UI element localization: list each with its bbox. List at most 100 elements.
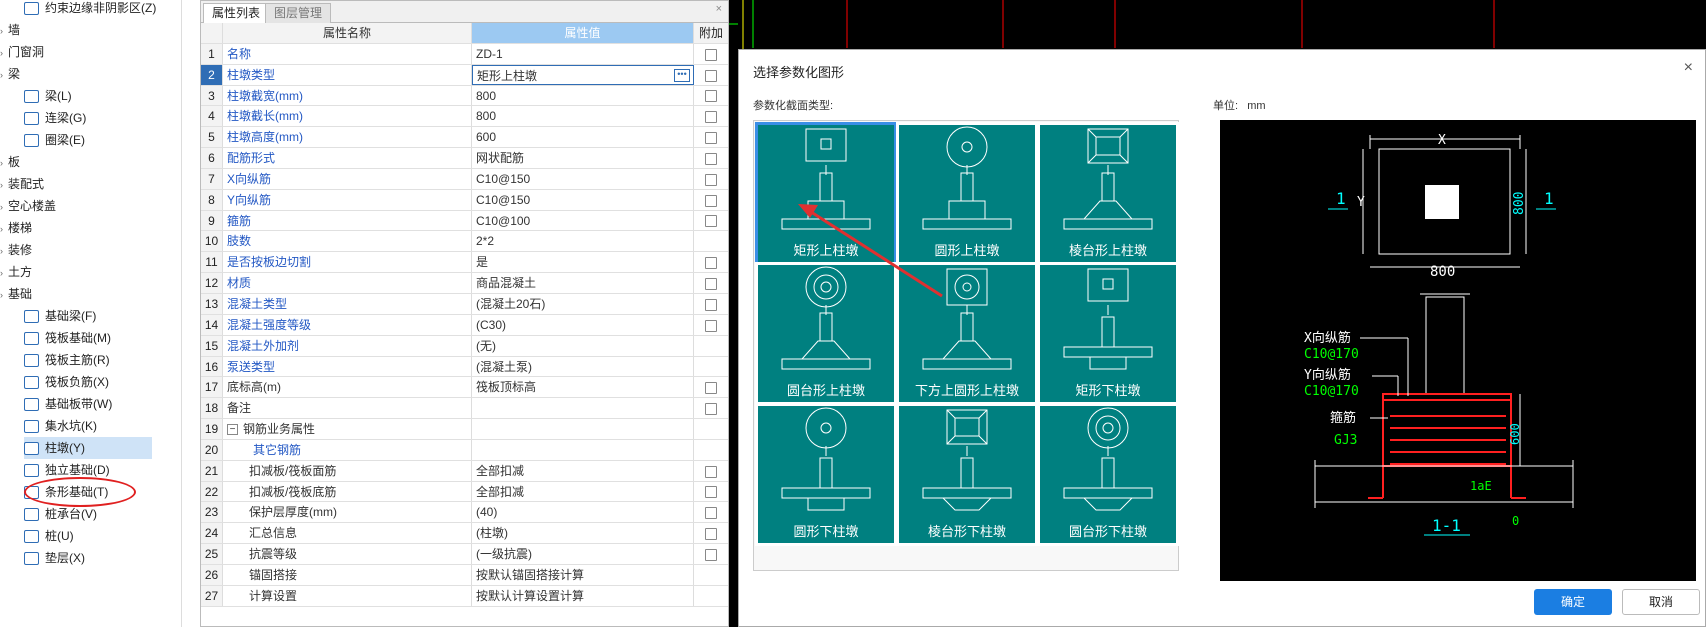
tree-item[interactable]: 柱墩(Y) [24,437,152,459]
property-value[interactable]: 600 [472,127,694,148]
table-row[interactable]: 13 混凝土类型 (混凝土20石) [201,293,728,315]
table-row[interactable]: 10 肢数 2*2 [201,231,728,253]
extra-checkbox[interactable] [705,507,717,520]
table-row[interactable]: 27 计算设置 按默认计算设置计算 [201,585,728,607]
property-value[interactable]: 全部扣减 [472,481,694,502]
extra-checkbox[interactable] [705,69,717,82]
table-row[interactable]: 11 是否按板边切割 是 [201,252,728,274]
extra-checkbox[interactable] [705,319,717,332]
shape-tile[interactable]: 矩形上柱墩 [755,122,897,265]
property-value[interactable]: ZD-1 [472,43,694,64]
tree-item[interactable]: 筏板基础(M) [24,327,111,349]
table-row[interactable]: 15 混凝土外加剂 (无) [201,335,728,357]
expand-chevron-icon[interactable]: › [0,152,8,174]
tree-item[interactable]: 基础梁(F) [24,305,96,327]
expand-chevron-icon[interactable]: › [0,196,8,218]
property-value[interactable]: (C30) [472,314,694,335]
property-value[interactable]: 800 [472,106,694,127]
tree-item[interactable]: › 土方 [0,261,32,283]
table-row[interactable]: 5 柱墩高度(mm) 600 [201,127,728,149]
extra-checkbox[interactable] [705,132,717,145]
table-row[interactable]: 12 材质 商品混凝土 [201,273,728,294]
table-row[interactable]: 22 扣减板/筏板底筋 全部扣减 [201,481,728,503]
property-value[interactable]: 是 [472,252,694,273]
tree-item[interactable]: › 装修 [0,239,32,261]
expand-chevron-icon[interactable]: › [0,174,8,196]
extra-checkbox[interactable] [705,111,717,124]
extra-checkbox[interactable] [705,257,717,270]
more-options-icon[interactable]: ••• [674,68,690,82]
cancel-button[interactable]: 取消 [1622,589,1700,615]
tree-item[interactable]: › 梁 [0,63,20,85]
tree-item[interactable]: 垫层(X) [24,547,85,569]
tree-item[interactable]: › 门窗洞 [0,41,44,63]
extra-checkbox[interactable] [705,486,717,499]
table-row[interactable]: 7 X向纵筋 C10@150 [201,168,728,190]
shape-tile[interactable]: 圆形下柱墩 [755,403,897,546]
property-value[interactable]: C10@150 [472,168,694,189]
property-value[interactable]: 800 [472,85,694,106]
table-row[interactable]: 8 Y向纵筋 C10@150 [201,189,728,211]
tree-item[interactable]: 约束边缘非阴影区(Z) [24,0,156,19]
table-row[interactable]: 24 汇总信息 (柱墩) [201,523,728,545]
expand-chevron-icon[interactable]: › [0,262,8,284]
tree-item[interactable]: › 楼梯 [0,217,32,239]
expand-chevron-icon[interactable]: › [0,64,8,86]
table-row[interactable]: 21 扣减板/筏板面筋 全部扣减 [201,460,728,482]
table-row[interactable]: 4 柱墩截长(mm) 800 [201,106,728,128]
expand-chevron-icon[interactable]: › [0,20,8,42]
tree-item[interactable]: › 板 [0,151,20,173]
property-value[interactable] [472,439,694,460]
tree-item[interactable]: › 装配式 [0,173,44,195]
tree-item[interactable]: 集水坑(K) [24,415,97,437]
extra-checkbox[interactable] [705,528,717,541]
tree-splitter[interactable] [182,0,200,627]
property-value[interactable]: (40) [472,502,694,523]
collapse-icon[interactable]: − [227,424,238,436]
table-row[interactable]: 16 泵送类型 (混凝土泵) [201,356,728,378]
property-value[interactable]: 网状配筋 [472,148,694,168]
property-value[interactable]: 按默认计算设置计算 [472,585,694,606]
tree-item[interactable]: 基础板带(W) [24,393,112,415]
extra-checkbox[interactable] [705,403,717,416]
extra-checkbox[interactable] [705,298,717,311]
expand-chevron-icon[interactable]: › [0,284,8,306]
table-row[interactable]: 19− 钢筋业务属性 [201,419,728,440]
tree-item[interactable]: › 基础 [0,283,32,305]
extra-checkbox[interactable] [705,90,717,103]
property-value[interactable]: 矩形上柱墩 ••• [472,64,694,85]
tree-item[interactable]: 筏板负筋(X) [24,371,109,393]
table-row[interactable]: 20 其它钢筋 [201,439,728,461]
property-value[interactable] [472,398,694,419]
tab-layer-management[interactable]: 图层管理 [265,3,332,23]
tab-property-list[interactable]: 属性列表 [203,3,270,23]
table-row[interactable]: 23 保护层厚度(mm) (40) [201,502,728,524]
property-value[interactable]: 全部扣减 [472,460,694,481]
shape-tile[interactable]: 棱台形下柱墩 [896,403,1038,546]
expand-chevron-icon[interactable]: › [0,240,8,262]
tree-item[interactable]: 连梁(G) [24,107,86,129]
shape-tile[interactable]: 圆形上柱墩 [896,122,1038,265]
table-row[interactable]: 6 配筋形式 网状配筋 [201,148,728,169]
property-value[interactable]: (混凝土泵) [472,356,694,377]
shape-tile[interactable]: 圆台形上柱墩 [755,262,897,405]
property-value[interactable]: 2*2 [472,231,694,252]
extra-checkbox[interactable] [705,194,717,207]
extra-checkbox[interactable] [705,173,717,186]
property-value[interactable] [472,419,694,439]
tree-item[interactable]: 圈梁(E) [24,129,85,151]
expand-chevron-icon[interactable]: › [0,218,8,240]
expand-chevron-icon[interactable]: › [0,42,8,64]
table-row[interactable]: 1 名称 ZD-1 [201,43,728,65]
property-value[interactable]: (一级抗震) [472,544,694,564]
shape-tile[interactable]: 矩形下柱墩 [1037,262,1179,405]
close-icon[interactable]: × [716,3,722,15]
property-value[interactable]: (无) [472,335,694,356]
tree-item[interactable]: › 空心楼盖 [0,195,56,217]
table-row[interactable]: 2 柱墩类型 矩形上柱墩 ••• [201,64,728,86]
property-value[interactable]: 筏板顶标高 [472,377,694,398]
extra-checkbox[interactable] [705,465,717,478]
table-row[interactable]: 26 锚固搭接 按默认锚固搭接计算 [201,564,728,586]
table-row[interactable]: 14 混凝土强度等级 (C30) [201,314,728,336]
property-value[interactable]: 商品混凝土 [472,273,694,293]
